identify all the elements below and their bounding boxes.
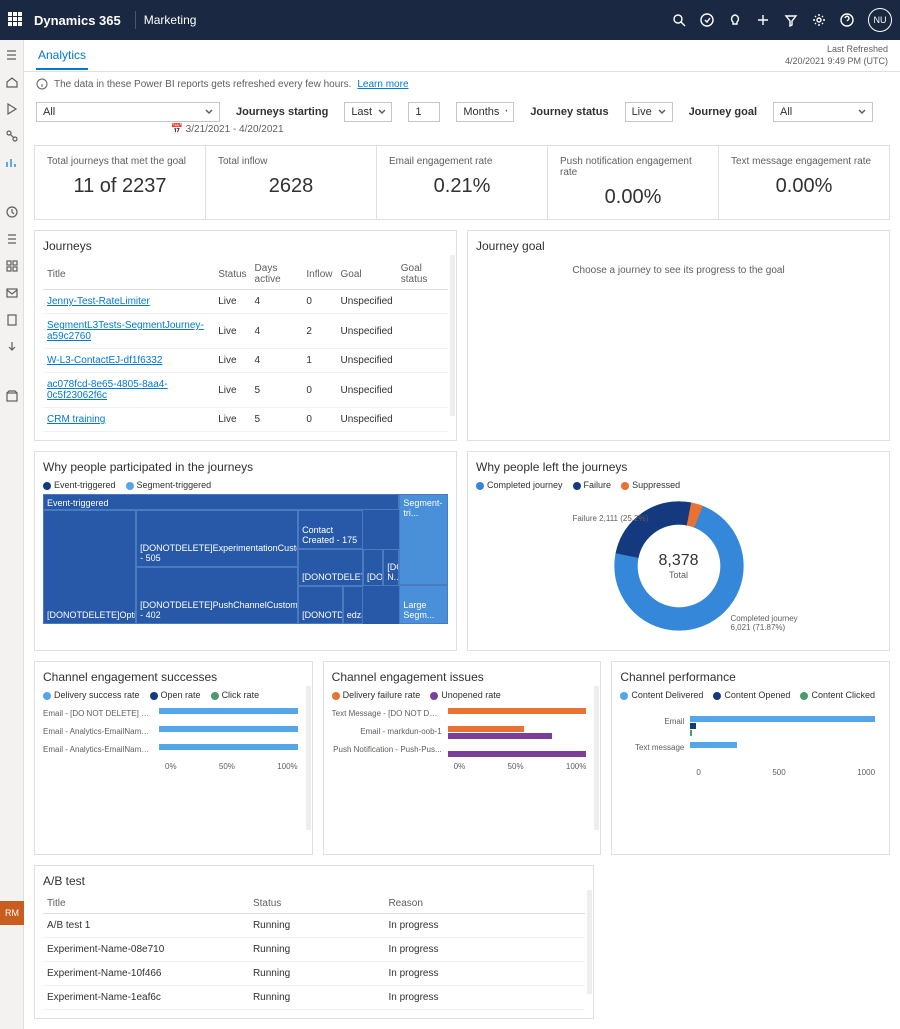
- nav-archive-icon[interactable]: [5, 389, 18, 402]
- journey-link[interactable]: W-L3-ContactEJ-df1f6332: [47, 355, 162, 366]
- app-launcher-icon[interactable]: [8, 12, 24, 28]
- add-icon[interactable]: [756, 13, 770, 27]
- nav-chart-icon[interactable]: [5, 156, 18, 169]
- journey-link[interactable]: ac078fcd-8e65-4805-8aa4-0c5f23062f6c: [47, 379, 168, 401]
- abtest-card: A/B test TitleStatusReason A/B test 1Run…: [34, 865, 594, 1019]
- table-row[interactable]: Experiment-Name-1eaf6cRunningIn progress: [43, 986, 585, 1010]
- table-row[interactable]: W-L3-ContactEJ-df1f6332Live41Unspecified: [43, 349, 448, 373]
- main-content: Analytics Last Refreshed 4/20/2021 9:49 …: [24, 40, 900, 1029]
- table-row[interactable]: Experiment-Name-08e710RunningIn progress: [43, 938, 585, 962]
- performance-card: Channel performance Content DeliveredCon…: [611, 661, 890, 855]
- journeys-card: Journeys TitleStatusDays activeInflowGoa…: [34, 230, 457, 441]
- nav-mail-icon[interactable]: [5, 286, 18, 299]
- journey-goal-card: Journey goal Choose a journey to see its…: [467, 230, 890, 441]
- starting-unit-dd[interactable]: Months: [456, 102, 514, 122]
- kpi-email: Email engagement rate0.21%: [377, 146, 548, 219]
- nav-grid-icon[interactable]: [5, 259, 18, 272]
- journey-link[interactable]: SegmentL3Tests-SegmentJourney-a59c2760: [47, 320, 204, 342]
- abtest-table: TitleStatusReason A/B test 1RunningIn pr…: [43, 894, 585, 1010]
- nav-clock-icon[interactable]: [5, 205, 18, 218]
- kpi-push: Push notification engagement rate0.00%: [548, 146, 719, 219]
- settings-icon[interactable]: [812, 13, 826, 27]
- performance-chart[interactable]: Email Text message 05001000: [620, 716, 881, 846]
- filter-bar: All Journeys starting Last 1 Months Jour…: [24, 96, 900, 124]
- nav-list-icon[interactable]: [5, 232, 18, 245]
- table-row[interactable]: Jenny-Test-RateLimiterLive40Unspecified: [43, 290, 448, 314]
- issues-card: Channel engagement issues Delivery failu…: [323, 661, 602, 855]
- tab-analytics[interactable]: Analytics: [36, 42, 88, 70]
- brand-name: Dynamics 365: [34, 13, 121, 28]
- nav-down-icon[interactable]: [5, 340, 18, 353]
- scrollbar[interactable]: [594, 686, 599, 830]
- info-bar: The data in these Power BI reports gets …: [24, 72, 900, 96]
- donut-chart[interactable]: 8,378Total Failure 2,111 (25.2%) Complet…: [609, 496, 749, 636]
- help-icon[interactable]: [840, 13, 854, 27]
- goal-label: Journey goal: [689, 106, 757, 118]
- scrollbar[interactable]: [450, 255, 455, 416]
- success-card: Channel engagement successes Delivery su…: [34, 661, 313, 855]
- journey-link[interactable]: Jenny-Test-RateLimiter: [47, 296, 150, 307]
- search-icon[interactable]: [672, 13, 686, 27]
- nav-doc-icon[interactable]: [5, 313, 18, 326]
- success-chart[interactable]: Email - [DO NOT DELETE] L3 ... Email - A…: [43, 708, 304, 838]
- journeys-dropdown[interactable]: All: [36, 102, 220, 122]
- last-refreshed: Last Refreshed 4/20/2021 9:49 PM (UTC): [785, 44, 888, 67]
- date-range-hint: 📅 3/21/2021 - 4/20/2021: [24, 124, 900, 141]
- divider: [135, 11, 136, 29]
- starting-qty-dd[interactable]: 1: [408, 102, 440, 122]
- table-row[interactable]: CRM trainingLive50Unspecified: [43, 408, 448, 432]
- scrollbar[interactable]: [306, 686, 311, 830]
- module-name: Marketing: [144, 13, 197, 27]
- issues-chart[interactable]: Text Message - [DO NOT DEL... Email - ma…: [332, 708, 593, 838]
- filter-icon[interactable]: [784, 13, 798, 27]
- table-row[interactable]: Experiment-Name-10f466RunningIn progress: [43, 962, 585, 986]
- nav-home-icon[interactable]: [5, 75, 18, 88]
- kpi-text: Text message engagement rate0.00%: [719, 146, 889, 219]
- left-nav: [0, 40, 24, 1029]
- nav-play-icon[interactable]: [5, 102, 18, 115]
- nav-menu-icon[interactable]: [5, 48, 18, 61]
- table-row[interactable]: SegmentL3Tests-SegmentJourney-a59c2760Li…: [43, 314, 448, 349]
- starting-mode-dd[interactable]: Last: [344, 102, 392, 122]
- user-avatar[interactable]: NU: [868, 8, 892, 32]
- kpi-goal: Total journeys that met the goal11 of 22…: [35, 146, 206, 219]
- left-card: Why people left the journeys Completed j…: [467, 451, 890, 651]
- top-actions: NU: [672, 8, 892, 32]
- top-bar: Dynamics 365 Marketing NU: [0, 0, 900, 40]
- learn-more-link[interactable]: Learn more: [357, 79, 408, 90]
- table-row[interactable]: A/B test 1RunningIn progress: [43, 914, 585, 938]
- lightbulb-icon[interactable]: [728, 13, 742, 27]
- scrollbar[interactable]: [587, 890, 592, 994]
- participated-card: Why people participated in the journeys …: [34, 451, 457, 651]
- info-icon: [36, 78, 48, 90]
- rm-badge[interactable]: RM: [0, 901, 24, 925]
- journey-link[interactable]: CRM training: [47, 414, 105, 425]
- kpi-row: Total journeys that met the goal11 of 22…: [34, 145, 890, 220]
- nav-nodes-icon[interactable]: [5, 129, 18, 142]
- status-label: Journey status: [530, 106, 608, 118]
- treemap-chart[interactable]: Event-triggered [DONOTDELETE]Optimizatio…: [43, 494, 448, 624]
- journeys-table: TitleStatusDays activeInflowGoalGoal sta…: [43, 259, 448, 432]
- goal-dd[interactable]: All: [773, 102, 873, 122]
- starting-label: Journeys starting: [236, 106, 328, 118]
- status-dd[interactable]: Live: [625, 102, 673, 122]
- task-icon[interactable]: [700, 13, 714, 27]
- table-row[interactable]: ac078fcd-8e65-4805-8aa4-0c5f23062f6cLive…: [43, 373, 448, 408]
- kpi-inflow: Total inflow2628: [206, 146, 377, 219]
